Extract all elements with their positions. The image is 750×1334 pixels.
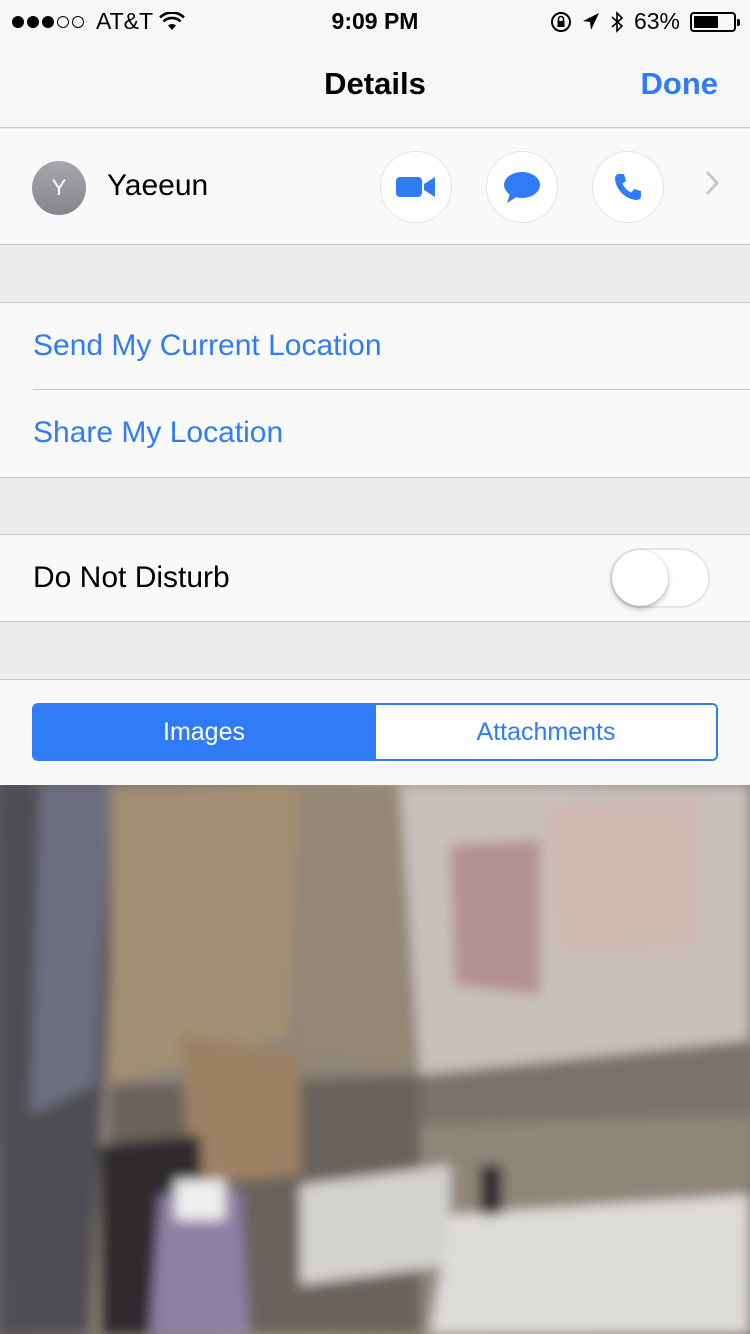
image-thumbnail[interactable] bbox=[0, 785, 750, 1334]
chevron-right-icon[interactable] bbox=[704, 169, 720, 197]
location-arrow-icon bbox=[582, 12, 599, 30]
photo-content bbox=[0, 785, 750, 1334]
images-attachments-segmented-control[interactable]: Images Attachments bbox=[32, 703, 718, 761]
video-call-button[interactable] bbox=[380, 151, 452, 223]
section-spacer bbox=[0, 246, 750, 302]
dnd-toggle[interactable] bbox=[610, 548, 710, 608]
battery-icon bbox=[690, 11, 740, 32]
share-location-label[interactable]: Share My Location bbox=[33, 416, 283, 450]
dnd-group: Do Not Disturb bbox=[0, 534, 750, 622]
segment-attachments[interactable]: Attachments bbox=[374, 705, 716, 759]
avatar: Y bbox=[32, 161, 86, 215]
navigation-bar: Details Done bbox=[0, 40, 750, 128]
toggle-knob bbox=[612, 550, 668, 606]
phone-call-button[interactable] bbox=[592, 151, 664, 223]
orientation-lock-icon bbox=[550, 11, 571, 32]
bluetooth-icon bbox=[611, 10, 624, 33]
done-button[interactable]: Done bbox=[641, 66, 719, 102]
contact-row[interactable]: Y Yaeeun bbox=[0, 129, 750, 245]
message-button[interactable] bbox=[486, 151, 558, 223]
section-spacer bbox=[0, 622, 750, 679]
phone-icon bbox=[615, 174, 641, 200]
segment-container: Images Attachments bbox=[0, 679, 750, 785]
battery-percent: 63% bbox=[633, 8, 680, 34]
dnd-row: Do Not Disturb bbox=[0, 535, 750, 622]
send-current-location-row[interactable]: Send My Current Location bbox=[0, 303, 750, 390]
video-camera-icon bbox=[396, 177, 435, 197]
message-bubble-icon bbox=[504, 172, 540, 203]
page-title: Details bbox=[324, 66, 426, 101]
status-right: 63% bbox=[550, 8, 740, 35]
share-location-row[interactable]: Share My Location bbox=[0, 390, 750, 477]
segment-images[interactable]: Images bbox=[34, 705, 374, 759]
section-spacer bbox=[0, 478, 750, 534]
status-bar: AT&T 9:09 PM 63% bbox=[0, 0, 750, 40]
send-current-location-label[interactable]: Send My Current Location bbox=[33, 329, 382, 363]
location-group: Send My Current Location Share My Locati… bbox=[0, 302, 750, 478]
dnd-label: Do Not Disturb bbox=[33, 561, 230, 594]
contact-name: Yaeeun bbox=[107, 169, 209, 202]
